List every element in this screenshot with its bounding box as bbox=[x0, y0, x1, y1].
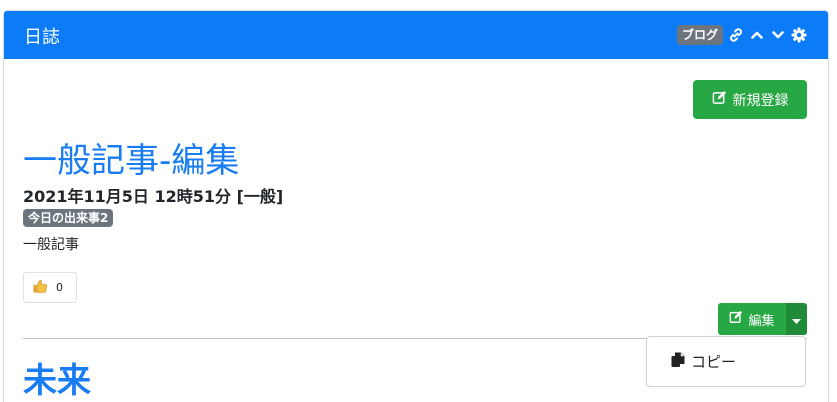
link-icon[interactable] bbox=[728, 27, 744, 43]
new-entry-label: 新規登録 bbox=[732, 92, 789, 109]
edit-icon bbox=[712, 90, 727, 109]
article-body: 一般記事 bbox=[23, 237, 79, 253]
card-header: 日誌 ブログ bbox=[4, 11, 828, 59]
edit-button[interactable]: 編集 bbox=[718, 303, 786, 335]
edit-button-group: 編集 bbox=[718, 303, 807, 335]
article-tag: 今日の出来事2 bbox=[23, 209, 114, 227]
dropdown-item-copy[interactable]: コピー bbox=[671, 351, 736, 372]
blog-badge: ブログ bbox=[676, 25, 723, 45]
copy-icon bbox=[671, 352, 685, 372]
like-button[interactable]: 0 bbox=[23, 272, 77, 303]
article-title[interactable]: 一般記事-編集 bbox=[23, 133, 239, 182]
thumbs-up-icon bbox=[32, 278, 48, 297]
edit-dropdown-toggle[interactable] bbox=[786, 303, 807, 335]
article-meta: 2021年11月5日 12時51分 [一般] bbox=[23, 187, 284, 206]
caret-down-icon bbox=[792, 310, 801, 329]
next-article-title[interactable]: 未来 bbox=[23, 353, 91, 402]
header-tools: ブログ bbox=[676, 25, 807, 45]
chevron-down-icon[interactable] bbox=[770, 27, 786, 43]
like-count: 0 bbox=[56, 281, 63, 294]
edit-icon bbox=[729, 310, 743, 328]
copy-label: コピー bbox=[691, 353, 737, 371]
edit-label: 編集 bbox=[748, 313, 775, 329]
card-title: 日誌 bbox=[24, 27, 60, 48]
chevron-up-icon[interactable] bbox=[749, 27, 765, 43]
edit-dropdown-menu: コピー bbox=[646, 336, 806, 387]
gear-icon[interactable] bbox=[791, 27, 807, 43]
new-entry-button[interactable]: 新規登録 bbox=[693, 80, 807, 119]
